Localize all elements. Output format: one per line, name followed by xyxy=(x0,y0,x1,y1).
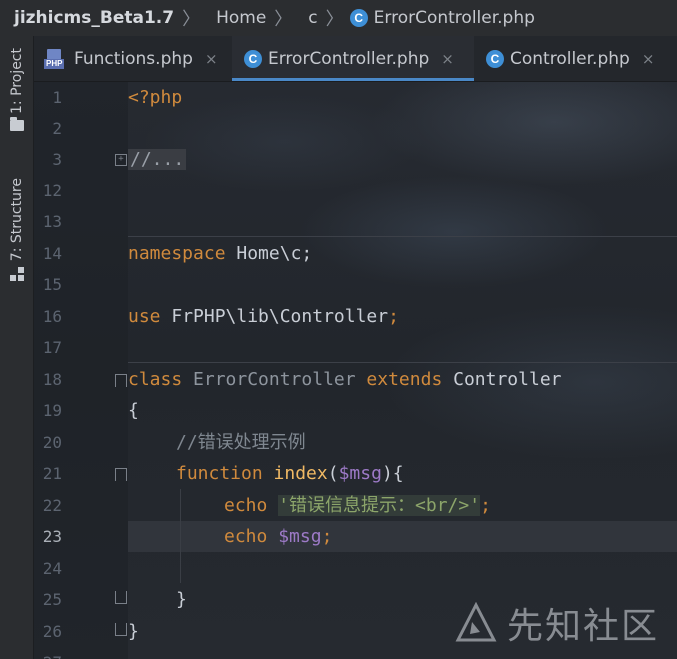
code-line[interactable]: <?php xyxy=(128,82,182,113)
code-line[interactable]: //错误处理示例 xyxy=(176,427,306,458)
tool-window-strip: 1: Project 7: Structure xyxy=(0,36,34,659)
editor-tab-bar: PHP Functions.php × C ErrorController.ph… xyxy=(34,36,677,82)
code-line[interactable]: echo '错误信息提示：<br/>'; xyxy=(224,490,491,521)
chevron-right-icon: 〉 xyxy=(274,9,293,30)
fold-expand-icon[interactable]: + xyxy=(115,154,127,166)
folded-region[interactable]: //... xyxy=(128,149,187,170)
ide-window: jizhicms_Beta1.7 〉 Home 〉 c 〉 C ErrorCon… xyxy=(0,0,677,659)
line-number: 14 xyxy=(42,244,62,263)
line-number: 1 xyxy=(52,88,62,107)
breadcrumb: jizhicms_Beta1.7 〉 Home 〉 c 〉 C ErrorCon… xyxy=(0,0,677,36)
line-number: 20 xyxy=(42,433,62,452)
code-editor[interactable]: 1 2 3 12 13 14 15 16 17 18 19 20 21 22 2… xyxy=(34,82,677,659)
tab-label: Controller.php xyxy=(510,48,630,69)
tab-controller-php[interactable]: C Controller.php × xyxy=(486,36,677,81)
close-icon[interactable]: × xyxy=(642,50,655,68)
line-number: 22 xyxy=(42,496,62,515)
line-number: 2 xyxy=(52,119,62,138)
code-line[interactable]: class ErrorController extends Controller xyxy=(128,364,562,395)
tab-label: ErrorController.php xyxy=(268,48,430,69)
indent-guide xyxy=(180,489,181,583)
tab-label: Functions.php xyxy=(74,48,193,69)
chevron-right-icon: 〉 xyxy=(325,9,344,30)
line-number: 21 xyxy=(42,464,62,483)
breadcrumb-file[interactable]: C ErrorController.php xyxy=(346,0,541,36)
code-line[interactable]: namespace Home\c; xyxy=(128,238,312,269)
fold-end-icon[interactable] xyxy=(115,591,127,604)
breadcrumb-home[interactable]: Home xyxy=(202,0,272,36)
structure-tool-label: 7: Structure xyxy=(8,178,25,262)
structure-icon xyxy=(9,267,24,282)
class-icon: C xyxy=(349,9,368,27)
project-tool-button[interactable]: 1: Project xyxy=(0,48,33,131)
class-icon: C xyxy=(486,49,504,68)
line-number: 27 xyxy=(34,647,62,659)
code-line[interactable]: function index($msg){ xyxy=(176,458,404,489)
tab-errorcontroller-php[interactable]: C ErrorController.php × xyxy=(232,36,474,81)
project-tool-label: 1: Project xyxy=(8,48,25,114)
line-number-current: 23 xyxy=(42,527,62,546)
php-file-icon: PHP xyxy=(44,48,66,69)
code-line[interactable]: //... xyxy=(128,144,187,175)
code-line[interactable]: } xyxy=(128,616,139,647)
current-line-highlight xyxy=(128,521,677,552)
code-line[interactable]: use FrPHP\lib\Controller; xyxy=(128,301,399,332)
code-line-current[interactable]: echo $msg; xyxy=(224,521,332,552)
line-number: 16 xyxy=(42,307,62,326)
fold-start-icon[interactable] xyxy=(115,468,127,481)
tab-functions-php[interactable]: PHP Functions.php × xyxy=(44,36,232,81)
line-number: 26 xyxy=(42,622,62,641)
watermark: 先知社区 xyxy=(455,597,659,649)
method-separator xyxy=(128,362,677,363)
close-icon[interactable]: × xyxy=(441,50,454,68)
line-number: 12 xyxy=(42,181,62,200)
code-line[interactable]: { xyxy=(128,395,139,426)
line-number: 25 xyxy=(42,590,62,609)
breadcrumb-c[interactable]: c xyxy=(294,0,323,36)
method-separator xyxy=(128,236,677,237)
code-line[interactable]: } xyxy=(176,584,187,615)
line-number: 3 xyxy=(52,150,62,169)
class-icon: C xyxy=(244,49,262,68)
breadcrumb-file-label: ErrorController.php xyxy=(373,8,535,28)
fold-end-icon[interactable] xyxy=(115,623,127,636)
fold-start-icon[interactable] xyxy=(115,374,127,387)
watermark-logo-icon xyxy=(455,602,497,642)
watermark-text: 先知社区 xyxy=(506,606,659,647)
breadcrumb-project[interactable]: jizhicms_Beta1.7 xyxy=(0,0,180,36)
chevron-right-icon: 〉 xyxy=(182,9,201,30)
line-number: 18 xyxy=(42,370,62,389)
folder-icon xyxy=(9,116,24,131)
line-number: 17 xyxy=(42,338,62,357)
line-number: 15 xyxy=(42,275,62,294)
close-icon[interactable]: × xyxy=(205,50,218,68)
line-number: 13 xyxy=(42,212,62,231)
line-number: 24 xyxy=(42,559,62,578)
line-number: 19 xyxy=(42,401,62,420)
structure-tool-button[interactable]: 7: Structure xyxy=(0,178,33,282)
